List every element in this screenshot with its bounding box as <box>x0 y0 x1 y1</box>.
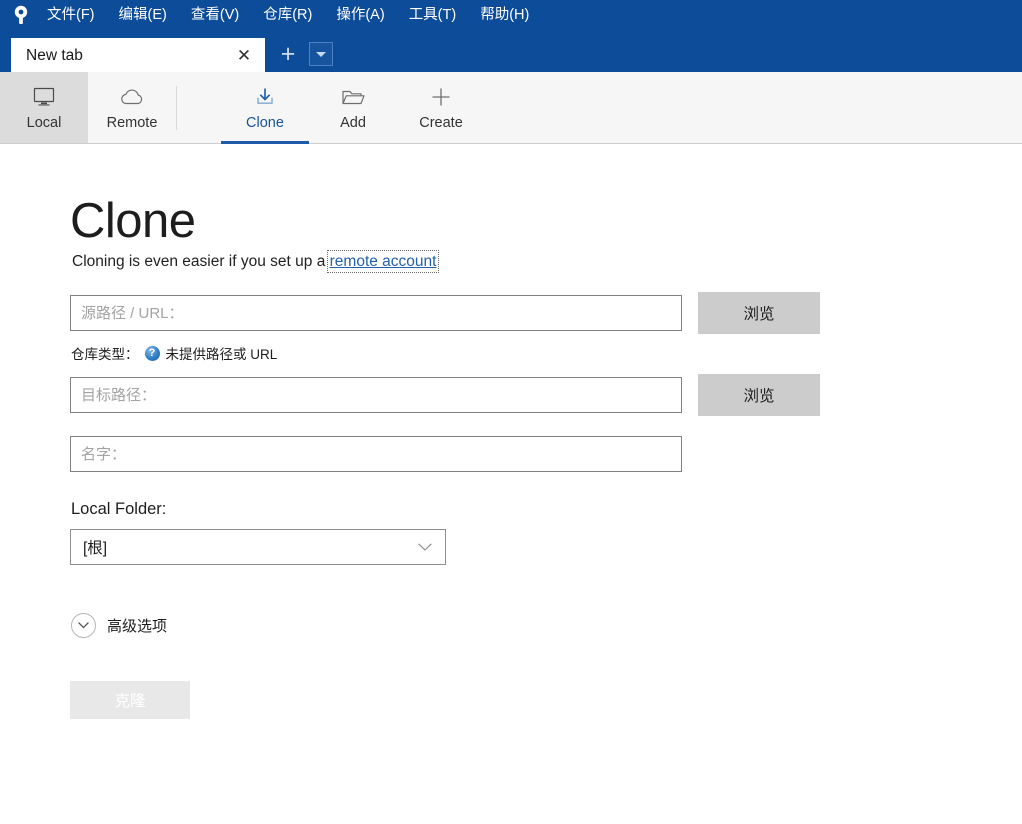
toolbar-button-local[interactable]: Local <box>0 72 88 143</box>
main-toolbar: Local Remote Clone Add Create <box>0 72 1022 144</box>
page-title: Clone <box>70 194 196 248</box>
local-folder-value: [根] <box>83 540 108 558</box>
source-path-row: 浏览 <box>70 292 1022 335</box>
chevron-down-icon <box>316 51 326 57</box>
advanced-options-toggle[interactable]: 高级选项 <box>71 613 1022 639</box>
repo-type-row: 仓库类型： ? 未提供路径或 URL <box>71 343 1022 363</box>
local-folder-label: Local Folder: <box>71 500 167 519</box>
tab-strip: New tab ✕ + <box>0 30 1022 73</box>
app-logo-icon <box>10 4 32 26</box>
toolbar-gap <box>177 72 221 143</box>
local-folder-select[interactable]: [根] <box>70 529 446 566</box>
folder-icon <box>340 84 366 110</box>
remote-account-link[interactable]: remote account <box>326 250 440 274</box>
toolbar-button-clone[interactable]: Clone <box>221 72 309 144</box>
toolbar-label-clone: Clone <box>246 115 284 132</box>
toolbar-label-add: Add <box>340 115 366 132</box>
menu-item-edit[interactable]: 编辑(E) <box>118 0 168 30</box>
menu-item-repository[interactable]: 仓库(R) <box>262 0 313 30</box>
tab-title: New tab <box>26 46 83 64</box>
menu-item-tools[interactable]: 工具(T) <box>408 0 458 30</box>
tab-new-tab[interactable]: New tab ✕ <box>11 38 265 73</box>
monitor-icon <box>32 84 56 110</box>
menu-item-view[interactable]: 查看(V) <box>190 0 240 30</box>
name-input[interactable] <box>70 436 682 473</box>
advanced-options-label: 高级选项 <box>107 618 168 636</box>
subtitle-text: Cloning is even easier if you set up a <box>72 253 330 271</box>
download-icon <box>253 84 277 110</box>
field-spacer <box>70 416 1022 436</box>
plus-icon[interactable]: + <box>275 41 301 67</box>
chevron-down-circle-icon <box>71 613 96 639</box>
toolbar-button-create[interactable]: Create <box>397 72 485 143</box>
clone-submit-button[interactable]: 克隆 <box>70 681 190 720</box>
toolbar-label-remote: Remote <box>106 115 158 132</box>
target-path-input[interactable] <box>70 377 682 414</box>
close-icon[interactable]: ✕ <box>235 47 253 65</box>
name-row <box>70 436 1022 473</box>
cloud-icon <box>118 84 146 110</box>
toolbar-label-create: Create <box>419 115 463 132</box>
toolbar-button-add[interactable]: Add <box>309 72 397 143</box>
repo-type-label: 仓库类型： <box>71 347 139 363</box>
page-subtitle: Cloning is even easier if you set up a r… <box>72 250 1022 274</box>
title-bar: 文件(F) 编辑(E) 查看(V) 仓库(R) 操作(A) 工具(T) 帮助(H… <box>0 0 1022 30</box>
help-circle-icon[interactable]: ? <box>144 345 160 361</box>
plus-icon <box>429 84 453 110</box>
menu-item-help[interactable]: 帮助(H) <box>479 0 530 30</box>
source-browse-button[interactable]: 浏览 <box>698 292 820 335</box>
repo-type-status: 未提供路径或 URL <box>165 347 278 363</box>
chevron-down-icon <box>417 541 433 554</box>
target-path-row: 浏览 <box>70 374 1022 417</box>
tab-list-button[interactable] <box>309 42 333 66</box>
clone-page: Clone Cloning is even easier if you set … <box>0 144 1022 823</box>
source-path-input[interactable] <box>70 295 682 332</box>
menu-bar: 文件(F) 编辑(E) 查看(V) 仓库(R) 操作(A) 工具(T) 帮助(H… <box>46 0 530 30</box>
menu-item-actions[interactable]: 操作(A) <box>335 0 385 30</box>
menu-item-file[interactable]: 文件(F) <box>46 0 96 30</box>
toolbar-label-local: Local <box>26 115 62 132</box>
target-browse-button[interactable]: 浏览 <box>698 374 820 417</box>
toolbar-button-remote[interactable]: Remote <box>88 72 176 143</box>
